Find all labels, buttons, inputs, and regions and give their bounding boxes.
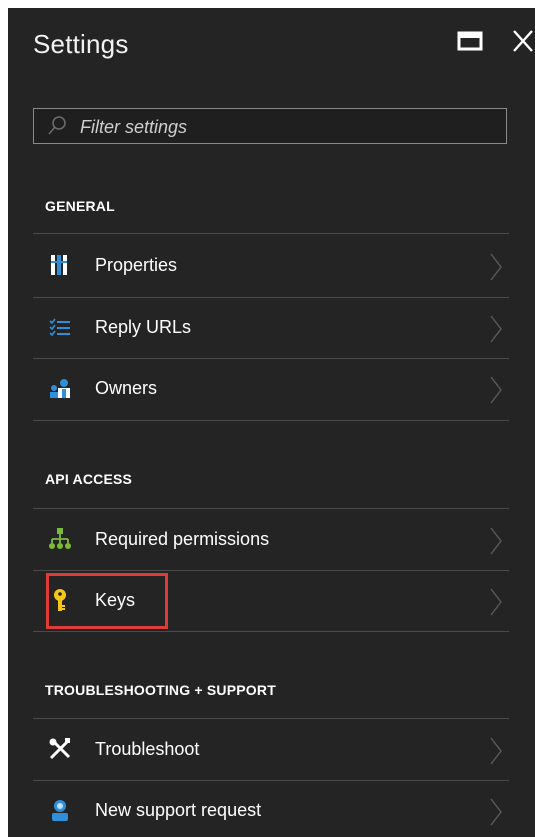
settings-item-troubleshoot[interactable]: Troubleshoot [33, 720, 509, 781]
section-label-troubleshooting-support: TROUBLESHOOTING + SUPPORT [45, 682, 276, 698]
settings-blade: Settings GENERAL Properties [8, 8, 535, 837]
page-title: Settings [33, 29, 129, 59]
settings-panel: Settings GENERAL Properties [0, 0, 535, 837]
settings-item-label: Troubleshoot [95, 739, 200, 759]
settings-item-required-permissions[interactable]: Required permissions [33, 510, 509, 571]
settings-item-label: Owners [95, 378, 158, 398]
filter-settings-field[interactable] [33, 108, 507, 144]
section-label-general: GENERAL [45, 198, 115, 214]
divider [33, 420, 509, 421]
owners-icon [50, 379, 70, 398]
properties-icon [51, 255, 67, 275]
settings-item-label: Properties [95, 255, 178, 275]
chevron-right-icon [490, 798, 502, 826]
section-label-api-access: API ACCESS [45, 471, 133, 487]
chevron-right-icon [490, 315, 502, 343]
settings-item-owners[interactable]: Owners [33, 359, 509, 420]
chevron-right-icon [490, 588, 502, 616]
search-icon [48, 116, 66, 135]
filter-settings-input[interactable] [78, 113, 502, 141]
divider [33, 508, 509, 509]
chevron-right-icon [490, 737, 502, 765]
divider [33, 233, 509, 234]
settings-item-label: Keys [95, 590, 136, 610]
divider [33, 631, 509, 632]
settings-item-label: New support request [95, 800, 262, 820]
settings-item-label: Required permissions [95, 529, 270, 549]
settings-item-keys[interactable]: Keys [33, 571, 509, 632]
key-icon [54, 589, 66, 611]
settings-item-properties[interactable]: Properties [33, 236, 509, 297]
chevron-right-icon [490, 253, 502, 281]
divider [33, 718, 509, 719]
close-icon[interactable] [508, 28, 535, 54]
settings-item-label: Reply URLs [95, 317, 192, 337]
list-icon [49, 318, 70, 337]
tools-icon [49, 738, 71, 760]
support-person-icon [52, 800, 68, 821]
chevron-right-icon [490, 527, 502, 555]
maximize-icon[interactable] [456, 28, 486, 54]
settings-item-new-support-request[interactable]: New support request [33, 781, 509, 837]
permissions-icon [49, 528, 71, 549]
settings-item-reply-urls[interactable]: Reply URLs [33, 298, 509, 359]
chevron-right-icon [490, 376, 502, 404]
